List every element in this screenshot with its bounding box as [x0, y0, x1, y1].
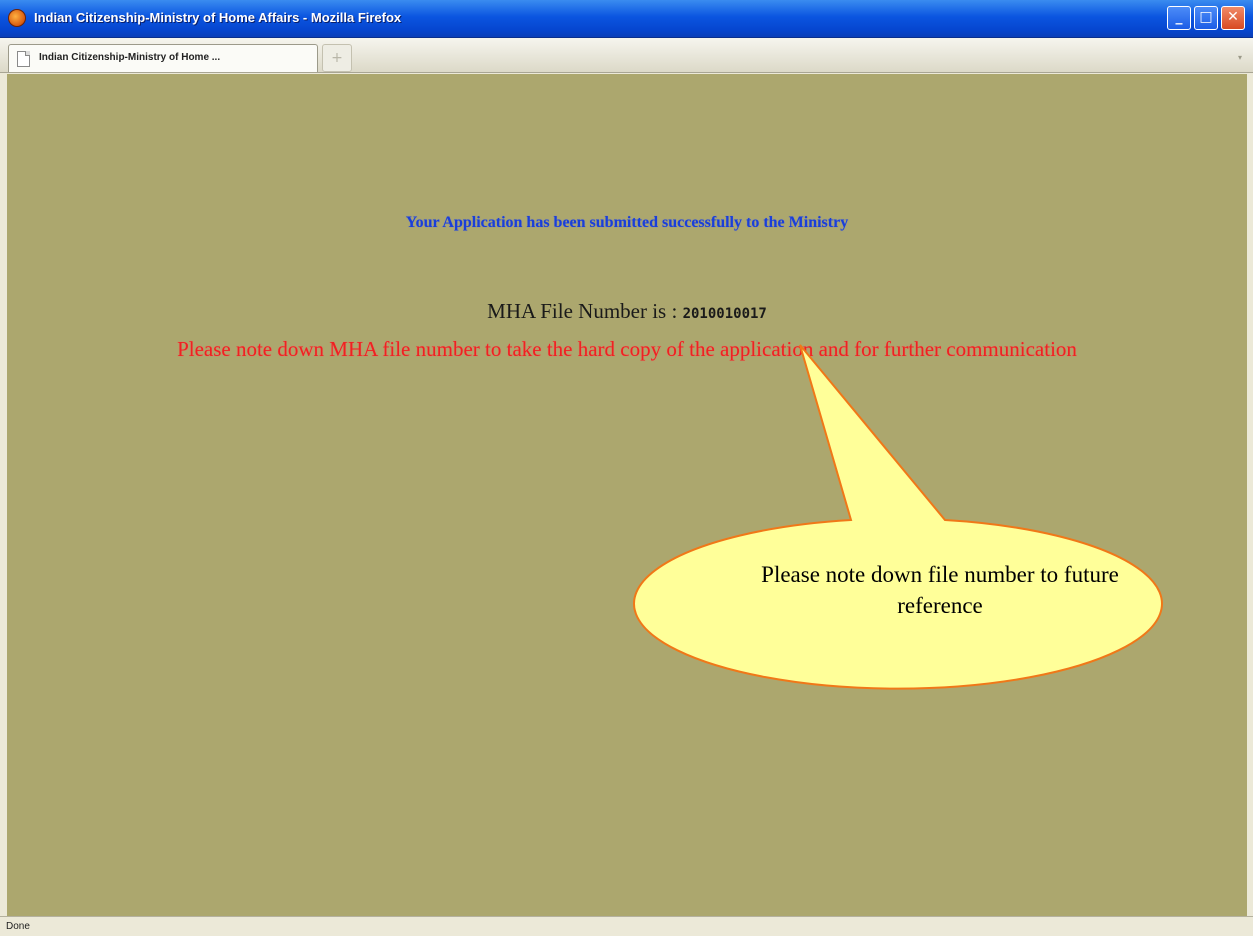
callout-text: Please note down file number to future r…: [761, 562, 1119, 618]
file-number-line: MHA File Number is : 2010010017: [7, 299, 1247, 324]
status-text: Done: [6, 921, 30, 932]
title-bar[interactable]: Indian Citizenship-Ministry of Home Affa…: [0, 0, 1253, 38]
minimize-button[interactable]: _: [1167, 6, 1191, 30]
browser-window: Indian Citizenship-Ministry of Home Affa…: [0, 0, 1253, 936]
note-message: Please note down MHA file number to take…: [177, 337, 1077, 361]
page-icon: [17, 51, 30, 67]
success-message: Your Application has been submitted succ…: [405, 214, 849, 231]
tab-label: Indian Citizenship-Ministry of Home ...: [39, 52, 221, 63]
tab-list-icon[interactable]: ▾: [1232, 50, 1248, 66]
firefox-icon: [8, 9, 26, 27]
file-number-label: MHA File Number is :: [487, 299, 683, 323]
maximize-button[interactable]: □: [1194, 6, 1218, 30]
status-bar: Done: [0, 916, 1253, 936]
close-button[interactable]: ✕: [1221, 6, 1245, 30]
new-tab-button[interactable]: +: [322, 44, 352, 72]
page-content: Your Application has been submitted succ…: [7, 74, 1247, 916]
tab-active[interactable]: Indian Citizenship-Ministry of Home ...: [8, 44, 318, 72]
file-number-value: 2010010017: [682, 306, 767, 322]
window-title: Indian Citizenship-Ministry of Home Affa…: [34, 10, 402, 25]
